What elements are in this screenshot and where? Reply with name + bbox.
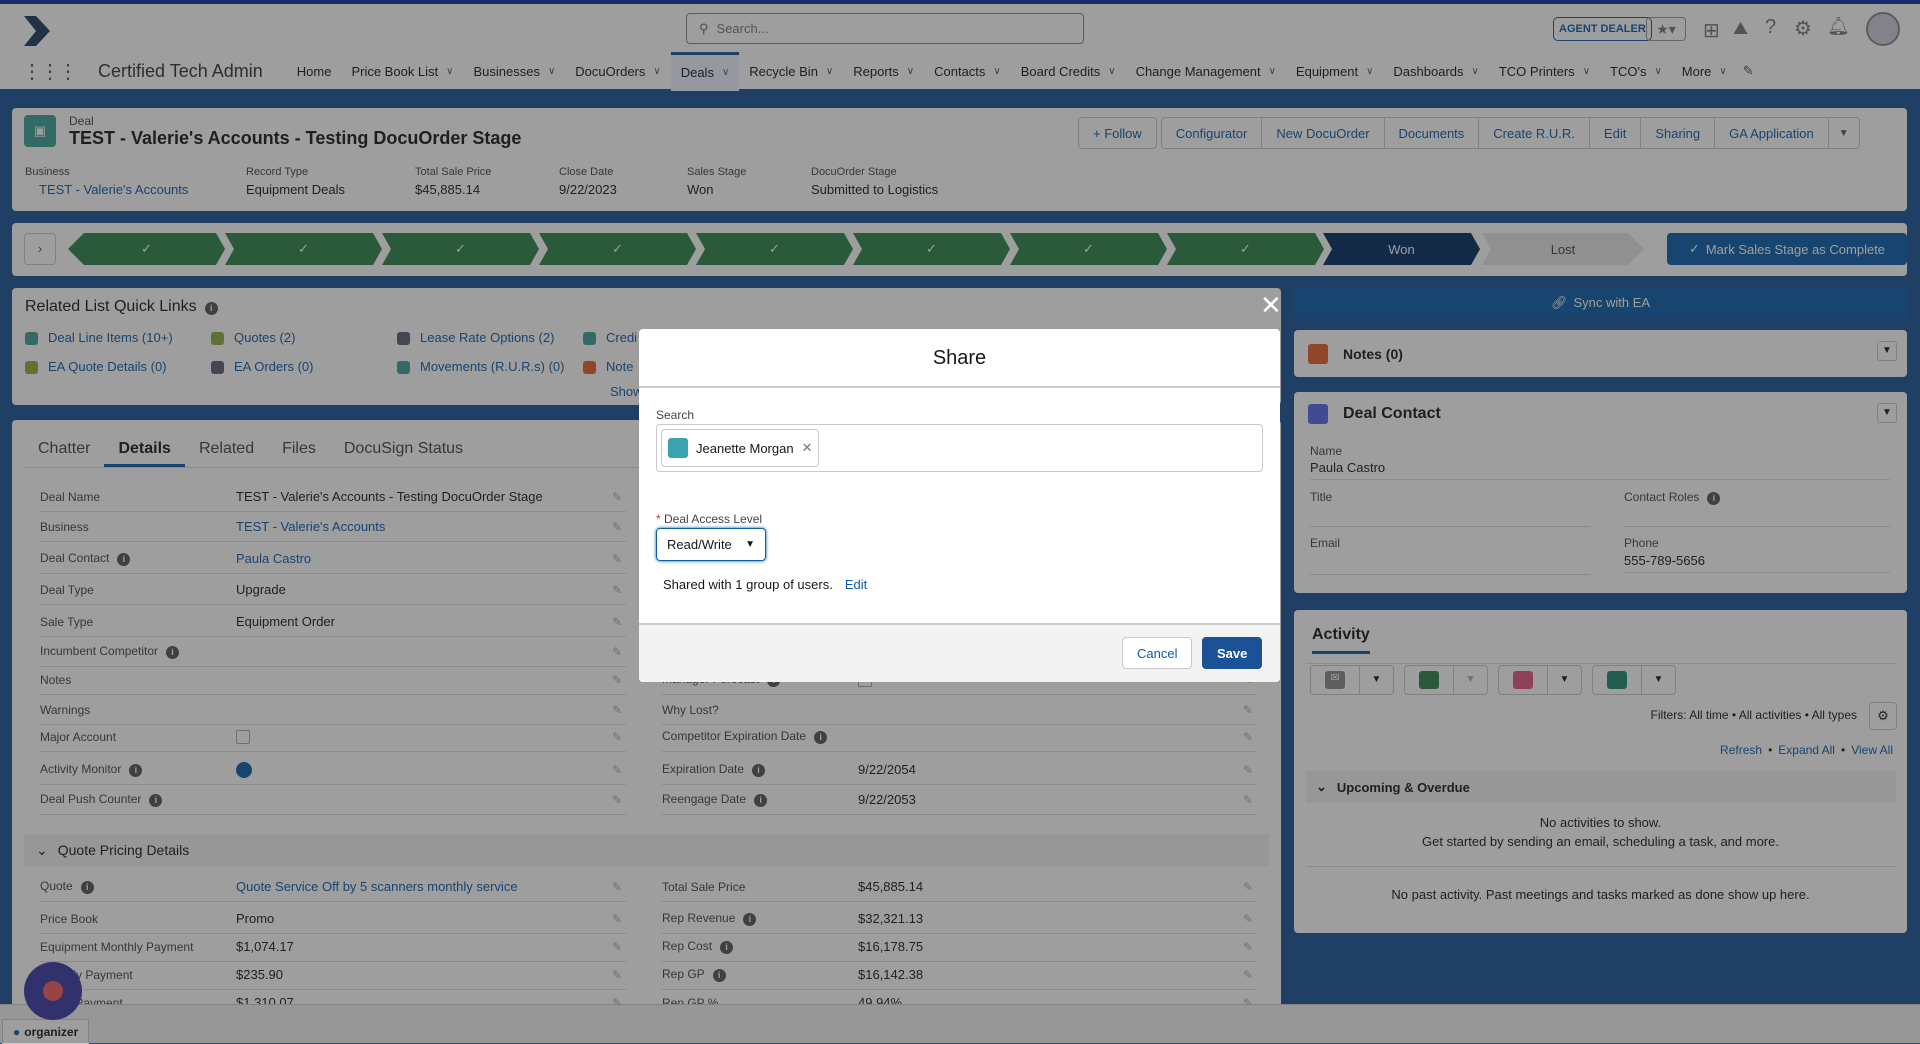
access-level-label: Deal Access Level (664, 512, 762, 526)
access-level-select[interactable]: Read/Write▼ (656, 528, 766, 561)
remove-pill-icon[interactable]: ✕ (802, 440, 813, 456)
modal-footer: Cancel Save (639, 623, 1280, 682)
user-icon (668, 438, 688, 458)
chevron-down-icon: ▼ (745, 539, 755, 550)
modal-close-icon[interactable]: ✕ (1260, 290, 1282, 321)
share-modal: Share Search Jeanette Morgan ✕ * Deal Ac… (639, 329, 1280, 682)
user-pill[interactable]: Jeanette Morgan ✕ (661, 429, 819, 467)
share-search-input[interactable]: Jeanette Morgan ✕ (656, 424, 1263, 472)
cancel-button[interactable]: Cancel (1122, 637, 1192, 669)
shared-text: Shared with 1 group of users. (663, 577, 833, 592)
modal-title: Share (639, 329, 1280, 388)
search-label: Search (656, 408, 694, 422)
save-button[interactable]: Save (1202, 637, 1262, 669)
edit-sharing-link[interactable]: Edit (845, 577, 867, 592)
